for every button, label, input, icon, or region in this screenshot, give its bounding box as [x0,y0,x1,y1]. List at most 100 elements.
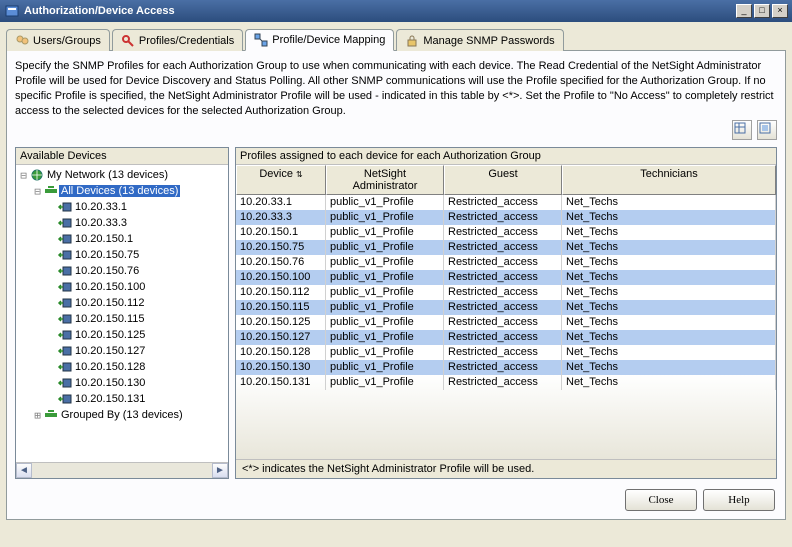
users-icon [15,34,29,48]
table-row[interactable]: 10.20.150.130public_v1_ProfileRestricted… [236,360,776,375]
description-text: Specify the SNMP Profiles for each Autho… [15,59,777,118]
tree-node[interactable]: 10.20.33.3 [16,215,228,231]
tree-node[interactable]: 10.20.150.75 [16,247,228,263]
key-icon [121,34,135,48]
cell-tech: Net_Techs [562,210,776,225]
toolbar-button-1[interactable] [732,120,752,140]
table-row[interactable]: 10.20.33.1public_v1_ProfileRestricted_ac… [236,195,776,210]
device-tree[interactable]: ⊟My Network (13 devices)⊟All Devices (13… [16,165,228,462]
node-icon [43,408,59,422]
cell-guest: Restricted_access [444,210,562,225]
toolbar-button-2[interactable] [757,120,777,140]
scroll-right-button[interactable]: ► [212,463,228,478]
titlebar[interactable]: Authorization/Device Access _ □ × [0,0,792,22]
node-label: 10.20.150.100 [73,281,147,293]
table-row[interactable]: 10.20.150.112public_v1_ProfileRestricted… [236,285,776,300]
cell-device: 10.20.150.131 [236,375,326,390]
node-label: 10.20.150.1 [73,233,135,245]
cell-admin: public_v1_Profile [326,345,444,360]
cell-tech: Net_Techs [562,285,776,300]
cell-guest: Restricted_access [444,360,562,375]
table-row[interactable]: 10.20.150.1public_v1_ProfileRestricted_a… [236,225,776,240]
scroll-left-button[interactable]: ◄ [16,463,32,478]
cell-device: 10.20.150.76 [236,255,326,270]
grid-body[interactable]: 10.20.33.1public_v1_ProfileRestricted_ac… [236,195,776,459]
tree-node[interactable]: ⊟ My Network (13 devices) [16,167,228,183]
tab-manage-snmp-passwords[interactable]: Manage SNMP Passwords [396,29,563,51]
window-title: Authorization/Device Access [24,5,734,17]
column-header-admin[interactable]: NetSight Administrator [326,165,444,195]
expand-toggle[interactable]: ⊟ [32,185,43,198]
tree-node[interactable]: 10.20.150.112 [16,295,228,311]
tree-node[interactable]: 10.20.150.115 [16,311,228,327]
node-icon [57,248,73,262]
cell-device: 10.20.150.125 [236,315,326,330]
cell-device: 10.20.150.75 [236,240,326,255]
expand-toggle[interactable]: ⊟ [18,169,29,182]
cell-admin: public_v1_Profile [326,195,444,210]
lock-icon [405,34,419,48]
tab-label: Profiles/Credentials [139,35,234,47]
node-label: 10.20.33.1 [73,201,129,213]
cell-admin: public_v1_Profile [326,255,444,270]
tree-node[interactable]: ⊟All Devices (13 devices) [16,183,228,199]
tree-node[interactable]: 10.20.33.1 [16,199,228,215]
cell-tech: Net_Techs [562,315,776,330]
tree-node[interactable]: 10.20.150.125 [16,327,228,343]
cell-device: 10.20.150.130 [236,360,326,375]
maximize-button[interactable]: □ [754,4,770,18]
table-row[interactable]: 10.20.150.76public_v1_ProfileRestricted_… [236,255,776,270]
cell-admin: public_v1_Profile [326,210,444,225]
tree-node[interactable]: ⊞ Grouped By (13 devices) [16,407,228,423]
table-row[interactable]: 10.20.150.115public_v1_ProfileRestricted… [236,300,776,315]
sort-icon: ⇅ [296,170,303,179]
cell-tech: Net_Techs [562,330,776,345]
cell-admin: public_v1_Profile [326,360,444,375]
table-row[interactable]: 10.20.150.75public_v1_ProfileRestricted_… [236,240,776,255]
column-header-tech[interactable]: Technicians [562,165,776,195]
table-row[interactable]: 10.20.150.127public_v1_ProfileRestricted… [236,330,776,345]
node-label: Grouped By (13 devices) [59,409,185,421]
tree-node[interactable]: 10.20.150.127 [16,343,228,359]
column-header-guest[interactable]: Guest [444,165,562,195]
horizontal-scrollbar[interactable]: ◄ ► [16,462,228,478]
panel-title: Profiles assigned to each device for eac… [240,150,541,162]
header-label: NetSight Administrator [353,168,418,192]
tab-label: Manage SNMP Passwords [423,35,554,47]
scroll-track[interactable] [32,463,212,478]
close-button[interactable]: Close [625,489,697,511]
tree-node[interactable]: 10.20.150.130 [16,375,228,391]
tree-node[interactable]: 10.20.150.76 [16,263,228,279]
tree-node[interactable]: 10.20.150.128 [16,359,228,375]
close-window-button[interactable]: × [772,4,788,18]
cell-admin: public_v1_Profile [326,285,444,300]
cell-tech: Net_Techs [562,375,776,390]
tab-bar: Users/Groups Profiles/Credentials Profil… [6,28,786,50]
tree-node[interactable]: 10.20.150.131 [16,391,228,407]
cell-tech: Net_Techs [562,240,776,255]
table-row[interactable]: 10.20.150.128public_v1_ProfileRestricted… [236,345,776,360]
table-row[interactable]: 10.20.150.125public_v1_ProfileRestricted… [236,315,776,330]
cell-tech: Net_Techs [562,255,776,270]
tab-users-groups[interactable]: Users/Groups [6,29,110,51]
minimize-button[interactable]: _ [736,4,752,18]
tree-node[interactable]: 10.20.150.100 [16,279,228,295]
table-row[interactable]: 10.20.150.131public_v1_ProfileRestricted… [236,375,776,390]
cell-admin: public_v1_Profile [326,300,444,315]
cell-admin: public_v1_Profile [326,330,444,345]
tab-profiles-credentials[interactable]: Profiles/Credentials [112,29,243,51]
node-label: My Network (13 devices) [45,169,170,181]
node-icon [29,168,45,182]
table-row[interactable]: 10.20.150.100public_v1_ProfileRestricted… [236,270,776,285]
cell-guest: Restricted_access [444,315,562,330]
tab-profile-device-mapping[interactable]: Profile/Device Mapping [245,29,394,51]
cell-device: 10.20.33.1 [236,195,326,210]
table-row[interactable]: 10.20.33.3public_v1_ProfileRestricted_ac… [236,210,776,225]
expand-toggle[interactable]: ⊞ [32,409,43,422]
node-label: 10.20.150.125 [73,329,147,341]
tree-node[interactable]: 10.20.150.1 [16,231,228,247]
node-label: 10.20.150.130 [73,377,147,389]
help-button[interactable]: Help [703,489,775,511]
node-icon [57,296,73,310]
column-header-device[interactable]: Device⇅ [236,165,326,195]
